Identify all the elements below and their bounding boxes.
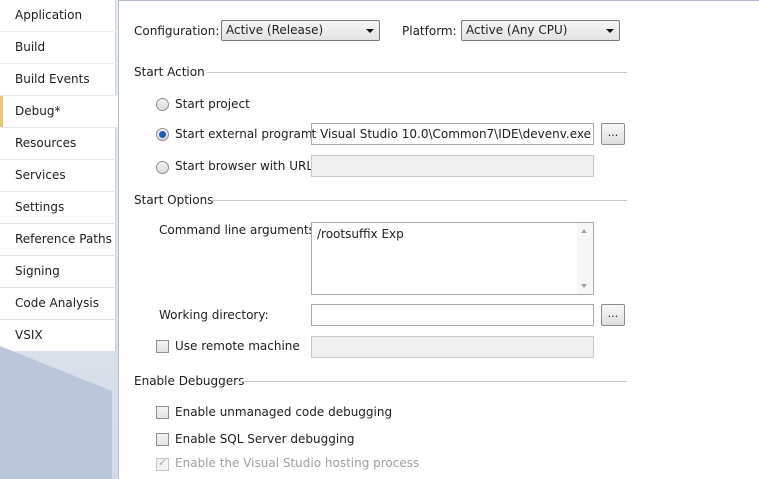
- configuration-dropdown[interactable]: Active (Release): [221, 20, 380, 41]
- working-directory-label: Working directory:: [159, 308, 269, 322]
- tab-label: Resources: [15, 136, 77, 150]
- tab-code-analysis[interactable]: Code Analysis: [0, 288, 116, 319]
- tab-list: Application Build Build Events Debug* Re…: [0, 0, 118, 352]
- dropdown-arrow-icon: [606, 29, 614, 33]
- unmanaged-debugging-label: Enable unmanaged code debugging: [175, 405, 393, 419]
- group-divider: [207, 72, 627, 73]
- start-external-program-radio[interactable]: [156, 128, 169, 141]
- hosting-process-checkbox[interactable]: ✓: [156, 456, 169, 471]
- dropdown-arrow-icon: [366, 29, 374, 33]
- tab-services[interactable]: Services: [0, 160, 116, 191]
- tab-application[interactable]: Application: [0, 0, 116, 31]
- browse-external-program-button[interactable]: ...: [601, 123, 625, 145]
- tab-debug[interactable]: Debug*: [0, 96, 118, 127]
- tab-label: Debug*: [15, 104, 61, 118]
- browse-working-directory-button[interactable]: ...: [601, 304, 625, 326]
- browse-label: ...: [607, 126, 619, 139]
- command-line-arguments-value: /rootsuffix Exp: [317, 227, 404, 241]
- use-remote-machine-checkbox[interactable]: [156, 340, 169, 353]
- external-program-path-input[interactable]: crosoft Visual Studio 10.0\Common7\IDE\d…: [311, 123, 594, 145]
- tab-label: Build: [15, 40, 46, 54]
- tab-build-events[interactable]: Build Events: [0, 64, 116, 95]
- start-project-label: Start project: [175, 97, 250, 111]
- use-remote-machine-label: Use remote machine: [175, 339, 300, 353]
- tab-reference-paths[interactable]: Reference Paths: [0, 224, 116, 255]
- scroll-up-icon[interactable]: [581, 229, 587, 233]
- sidebar-decoration: [0, 346, 112, 479]
- tab-label: VSIX: [15, 328, 43, 342]
- start-options-heading: Start Options: [134, 193, 214, 207]
- tab-label: Signing: [15, 264, 60, 278]
- hosting-process-label: Enable the Visual Studio hosting process: [175, 456, 420, 470]
- tab-label: Code Analysis: [15, 296, 99, 310]
- start-project-radio[interactable]: [156, 98, 169, 111]
- browse-label: ...: [607, 307, 619, 320]
- tab-label: Services: [15, 168, 66, 182]
- scroll-down-icon[interactable]: [581, 284, 587, 288]
- tab-label: Reference Paths: [15, 232, 112, 246]
- checkmark-icon: ✓: [158, 456, 168, 469]
- group-divider: [239, 381, 627, 382]
- tab-settings[interactable]: Settings: [0, 192, 116, 223]
- tab-label: Build Events: [15, 72, 90, 86]
- browser-url-input[interactable]: [311, 155, 594, 177]
- tab-signing[interactable]: Signing: [0, 256, 116, 287]
- sql-server-debugging-checkbox[interactable]: [156, 433, 169, 446]
- command-line-arguments-input[interactable]: /rootsuffix Exp: [311, 222, 594, 295]
- start-browser-label: Start browser with URL:: [175, 159, 318, 173]
- tab-label: Application: [15, 8, 83, 22]
- start-external-program-label: Start external program:: [175, 127, 317, 141]
- sql-server-debugging-label: Enable SQL Server debugging: [175, 432, 355, 446]
- external-program-path-value: crosoft Visual Studio 10.0\Common7\IDE\d…: [311, 127, 591, 141]
- configuration-value: Active (Release): [226, 23, 324, 37]
- remote-machine-input[interactable]: [311, 336, 594, 358]
- start-action-heading: Start Action: [134, 65, 205, 79]
- tab-vsix[interactable]: VSIX: [0, 320, 116, 351]
- textarea-scrollbar[interactable]: [577, 223, 593, 294]
- enable-debuggers-heading: Enable Debuggers: [134, 374, 245, 388]
- configuration-label: Configuration:: [134, 24, 220, 38]
- start-browser-radio[interactable]: [156, 161, 169, 174]
- platform-label: Platform:: [402, 24, 457, 38]
- platform-value: Active (Any CPU): [466, 23, 568, 37]
- platform-dropdown[interactable]: Active (Any CPU): [461, 20, 620, 41]
- tab-label: Settings: [15, 200, 65, 214]
- working-directory-input[interactable]: [311, 304, 594, 326]
- tab-build[interactable]: Build: [0, 32, 116, 63]
- command-line-label: Command line arguments:: [159, 223, 319, 237]
- group-divider: [211, 200, 627, 201]
- unmanaged-debugging-checkbox[interactable]: [156, 406, 169, 419]
- project-properties-sidebar: Application Build Build Events Debug* Re…: [0, 0, 118, 479]
- debug-properties-panel: Configuration: Active (Release) Platform…: [118, 0, 759, 479]
- tab-resources[interactable]: Resources: [0, 128, 116, 159]
